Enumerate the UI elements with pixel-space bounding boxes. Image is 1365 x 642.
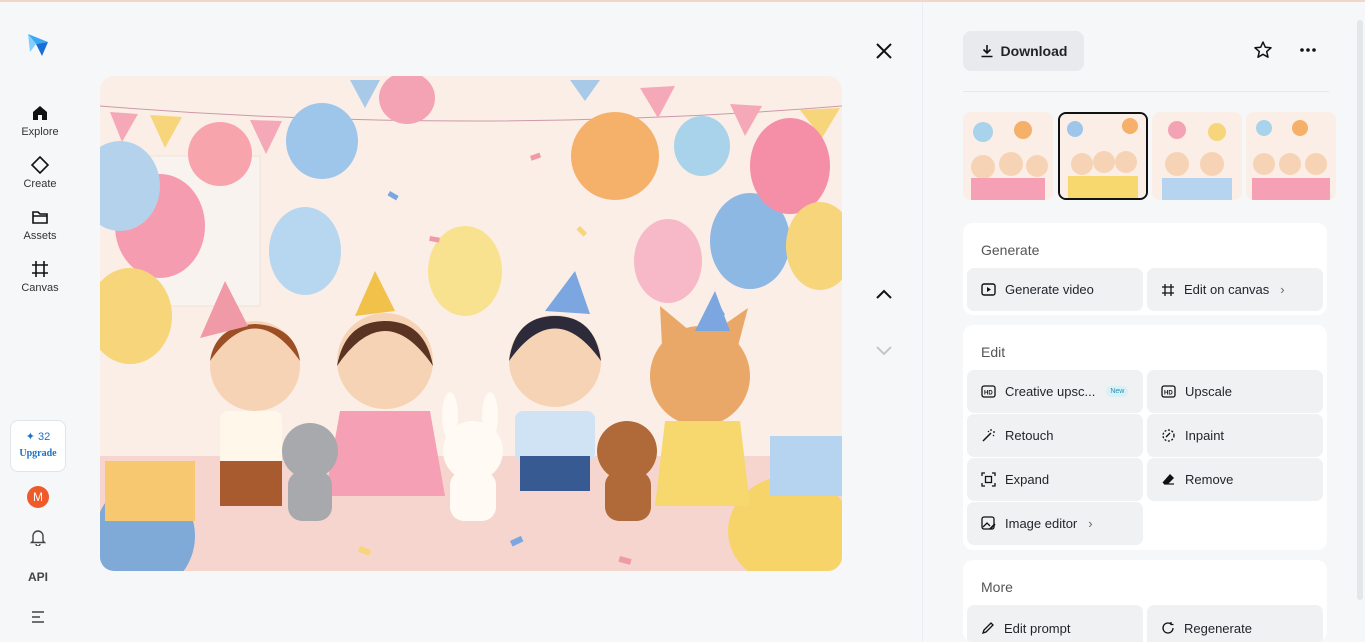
details-panel: Download Generate Generate video Edit on… xyxy=(922,2,1365,642)
logo-icon[interactable] xyxy=(24,30,52,58)
chevron-right-icon: › xyxy=(1280,282,1285,297)
canvas-grid-icon xyxy=(1162,283,1174,296)
more-options-icon[interactable] xyxy=(1298,40,1318,65)
nav-canvas-label: Canvas xyxy=(21,282,59,294)
edit-section: Edit HD Creative upsc... New HD Upscale … xyxy=(963,325,1327,550)
inpaint-button[interactable]: Inpaint xyxy=(1147,414,1323,457)
more-section: More Edit prompt Regenerate xyxy=(963,560,1327,642)
play-icon xyxy=(981,283,996,296)
nav-create[interactable]: Create xyxy=(0,156,80,190)
image-editor-button[interactable]: Image editor › xyxy=(967,502,1143,545)
upscale-button[interactable]: HD Upscale xyxy=(1147,370,1323,413)
chevron-up-icon[interactable] xyxy=(874,287,894,306)
nav-assets-label: Assets xyxy=(23,230,57,242)
svg-text:HD: HD xyxy=(1164,391,1173,397)
edit-prompt-button[interactable]: Edit prompt xyxy=(967,605,1143,642)
refresh-icon xyxy=(1162,622,1174,634)
edit-on-canvas-label: Edit on canvas xyxy=(1184,282,1270,297)
nav-create-label: Create xyxy=(23,178,57,190)
left-rail: Explore Create Assets Canvas ✦ 32 Upgrad… xyxy=(0,2,80,642)
folder-icon xyxy=(32,211,48,224)
remove-label: Remove xyxy=(1185,472,1234,487)
retouch-label: Retouch xyxy=(1005,428,1054,443)
api-link[interactable]: API xyxy=(0,570,76,584)
generate-video-label: Generate video xyxy=(1005,282,1094,297)
download-label: Download xyxy=(1000,43,1068,59)
download-button[interactable]: Download xyxy=(963,31,1084,71)
upgrade-button[interactable]: ✦ 32 Upgrade xyxy=(10,420,66,472)
thumbnail-strip xyxy=(963,112,1337,202)
close-icon[interactable] xyxy=(873,40,895,62)
generate-title: Generate xyxy=(981,242,1040,258)
creative-upscale-button[interactable]: HD Creative upsc... New xyxy=(967,370,1143,413)
edit-icon xyxy=(981,622,994,635)
nav-assets[interactable]: Assets xyxy=(0,208,80,242)
home-icon xyxy=(33,106,47,120)
nav-canvas[interactable]: Canvas xyxy=(0,260,80,294)
divider xyxy=(963,91,1329,92)
sparkle-icon: ✦ xyxy=(25,431,35,443)
generate-section: Generate Generate video Edit on canvas › xyxy=(963,223,1327,315)
thumbnail[interactable] xyxy=(963,112,1053,200)
upgrade-label: Upgrade xyxy=(19,448,57,459)
retouch-button[interactable]: Retouch xyxy=(967,414,1143,457)
image-editor-label: Image editor xyxy=(1005,516,1078,531)
remove-button[interactable]: Remove xyxy=(1147,458,1323,501)
scrollbar[interactable] xyxy=(1357,20,1363,600)
upscale-label: Upscale xyxy=(1185,384,1232,399)
chevron-right-icon: › xyxy=(1088,516,1093,531)
edit-prompt-label: Edit prompt xyxy=(1004,621,1071,636)
edit-on-canvas-button[interactable]: Edit on canvas › xyxy=(1147,268,1323,311)
new-badge: New xyxy=(1106,386,1129,397)
main-image[interactable] xyxy=(100,76,842,571)
download-icon xyxy=(981,45,993,58)
hd-icon: HD xyxy=(981,385,996,398)
inpaint-icon xyxy=(1162,429,1175,442)
magic-wand-icon xyxy=(982,429,995,442)
thumbnail[interactable] xyxy=(1246,112,1336,200)
bell-icon[interactable] xyxy=(29,528,47,551)
regenerate-button[interactable]: Regenerate xyxy=(1147,605,1323,642)
regenerate-label: Regenerate xyxy=(1184,621,1252,636)
menu-icon[interactable] xyxy=(31,610,47,629)
nav-explore-label: Explore xyxy=(21,126,59,138)
credits-value: 32 xyxy=(38,431,51,443)
nav-explore[interactable]: Explore xyxy=(0,104,80,138)
expand-button[interactable]: Expand xyxy=(967,458,1143,501)
expand-icon xyxy=(981,472,996,487)
star-icon[interactable] xyxy=(1253,40,1273,65)
chevron-down-icon[interactable] xyxy=(874,344,894,363)
creative-upscale-label: Creative upsc... xyxy=(1005,384,1096,399)
thumbnail[interactable] xyxy=(1152,112,1242,200)
credits-count: ✦ 32 xyxy=(11,430,65,443)
more-title: More xyxy=(981,579,1013,595)
diamond-icon xyxy=(31,156,49,174)
canvas-grid-icon xyxy=(32,261,48,277)
svg-text:HD: HD xyxy=(984,391,993,397)
expand-label: Expand xyxy=(1005,472,1050,487)
generate-video-button[interactable]: Generate video xyxy=(967,268,1143,311)
eraser-icon xyxy=(1162,474,1174,485)
thumbnail-selected[interactable] xyxy=(1058,112,1148,200)
avatar[interactable]: M xyxy=(27,486,49,508)
edit-title: Edit xyxy=(981,344,1006,360)
hd-icon: HD xyxy=(1161,385,1176,398)
inpaint-label: Inpaint xyxy=(1185,428,1225,443)
image-edit-icon xyxy=(981,516,996,530)
